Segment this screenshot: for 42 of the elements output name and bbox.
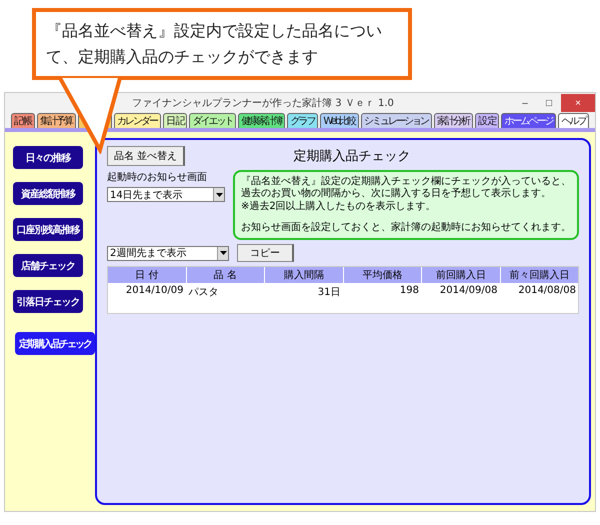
sidebar-item[interactable]: 日々の推移 [13, 146, 83, 169]
dropdown-icon [216, 192, 222, 196]
column-header: 購入間隔 [265, 267, 342, 283]
callout-text: て、定期購入品のチェックができます [46, 46, 318, 68]
tab[interactable]: シミュレーション [361, 113, 432, 128]
minimize-button[interactable]: – [513, 94, 537, 112]
tab[interactable]: ヘルプ [558, 113, 590, 128]
sidebar-item[interactable]: 引落日チェック [13, 290, 83, 313]
maximize-button[interactable]: □ [537, 94, 561, 112]
close-button[interactable]: × [561, 94, 595, 112]
tab[interactable]: ダイエット [189, 113, 236, 128]
tab[interactable]: 健康家計簿 [238, 113, 286, 128]
sidebar-item[interactable]: 資産総額推移 [13, 182, 83, 205]
callout-text: 『品名並べ替え』設定内で設定した品名につい [46, 20, 382, 42]
dropdown-icon [220, 251, 226, 255]
column-header: 日 付 [108, 267, 186, 283]
info-text: 『品名並べ替え』設定の定期購入チェック欄にチェックが入っていると、過去のお買い物の間隔から、次に購入する日を予想して表示します。 [241, 176, 571, 200]
tab[interactable]: 日 記 [163, 113, 188, 128]
tab[interactable]: 設 定 [475, 113, 500, 128]
tab[interactable]: 記 帳 [11, 113, 36, 128]
tab[interactable]: 家計分析 [434, 113, 474, 128]
column-header: 品 名 [186, 267, 264, 283]
column-header: 平均価格 [344, 267, 421, 283]
startup-label: 起動時のお知らせ画面 [107, 170, 208, 184]
tab[interactable]: カレンダー [114, 113, 162, 128]
panel-title: 定期購入品チェック [292, 148, 412, 165]
sort-button[interactable]: 品名 並べ替え [107, 146, 186, 166]
info-text: ※過去2回以上購入したものを表示します。 [241, 201, 437, 213]
column-header: 前々回購入日 [500, 267, 578, 283]
window-title: ファイナンシャルプランナーが作った家計簿 3 Ｖｅｒ 1.0 [131, 96, 395, 110]
sidebar-item[interactable]: 口座別残高推移 [13, 218, 83, 241]
tab[interactable]: Web比較 [320, 113, 360, 128]
sidebar-item[interactable]: 店舗チェック [13, 254, 83, 277]
startup-select[interactable]: 14日先まで表示 [107, 187, 225, 202]
tab[interactable]: ホームページ [501, 113, 556, 128]
info-text: お知らせ画面を設定しておくと、家計簿の起動時にお知らせてくれます。 [241, 222, 571, 234]
tab[interactable]: グラフ [287, 113, 318, 128]
column-header: 前回購入日 [422, 267, 500, 283]
sidebar-item[interactable]: 定期購入品チェック [15, 332, 95, 355]
copy-button[interactable]: コピー [237, 244, 294, 262]
range-select[interactable]: 2週間先まで表示 [107, 246, 229, 260]
tab[interactable]: 集計予算 [37, 113, 76, 128]
